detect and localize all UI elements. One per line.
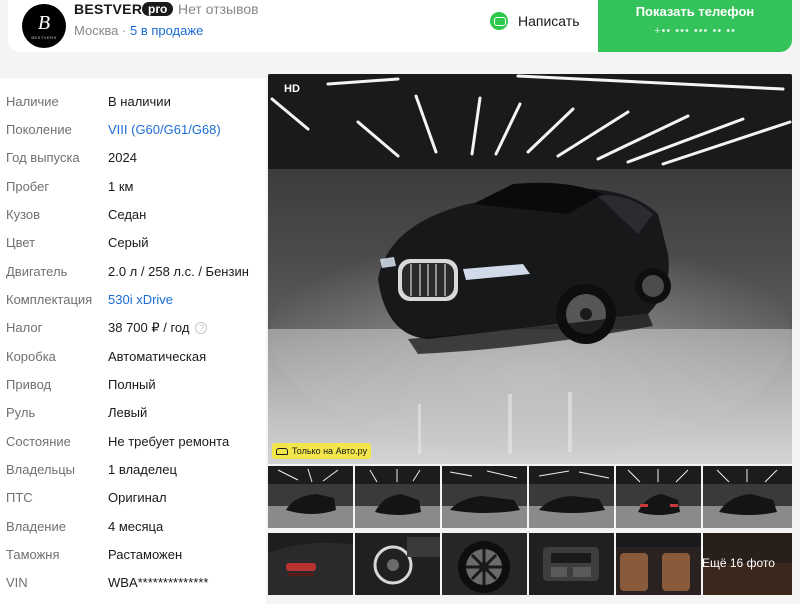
spec-key: Налог (6, 320, 43, 335)
spec-row-owners: Владельцы 1 владелец (0, 462, 266, 482)
show-phone-label: Показать телефон (635, 4, 755, 19)
spec-value: 2.0 л / 258 л.с. / Бензин (108, 264, 249, 279)
spec-key: Руль (6, 405, 36, 420)
reviews-link[interactable]: Нет отзывов (178, 1, 259, 17)
spec-value: Серый (108, 235, 149, 250)
spec-row-engine: Двигатель 2.0 л / 258 л.с. / Бензин (0, 264, 266, 284)
gallery-thumbnail[interactable] (616, 533, 701, 595)
spec-key: Состояние (6, 434, 71, 449)
pro-badge: pro (142, 2, 174, 16)
main-car-photo[interactable] (268, 74, 792, 464)
dealer-location: Москва · 5 в продаже (74, 23, 203, 38)
spec-value: 4 месяца (108, 519, 164, 534)
spec-key: Привод (6, 377, 52, 392)
spec-value: 1 км (108, 179, 134, 194)
spec-key: Двигатель (6, 264, 68, 279)
chat-icon (490, 12, 508, 30)
spec-row-customs: Таможня Растаможен (0, 547, 266, 567)
spec-row-generation: Поколение VIII (G60/G61/G68) (0, 122, 266, 142)
spec-row-pts: ПТС Оригинал (0, 490, 266, 510)
spec-value: WBA************** (108, 575, 209, 590)
spec-key: Наличие (6, 94, 59, 109)
show-phone-button[interactable]: Показать телефон +•• ••• ••• •• •• (598, 0, 792, 52)
dealer-logo[interactable]: B BESTVERS (22, 4, 66, 48)
spec-row-trim: Комплектация 530i xDrive (0, 292, 266, 312)
car-icon (276, 447, 288, 455)
spec-row-condition: Состояние Не требует ремонта (0, 434, 266, 454)
gallery-thumbnail[interactable] (442, 466, 527, 528)
tax-value: 38 700 ₽ / год (108, 320, 190, 335)
trim-link[interactable]: 530i xDrive (108, 292, 173, 307)
gallery-thumbnail[interactable] (355, 533, 440, 595)
spec-key: ПТС (6, 490, 33, 505)
exclusive-label: Только на Авто.ру (292, 446, 368, 456)
spec-value: Седан (108, 207, 147, 222)
gallery-thumbnail[interactable] (268, 533, 353, 595)
spec-key: Коробка (6, 349, 56, 364)
gallery-thumbnail[interactable] (616, 466, 701, 528)
help-icon[interactable]: ? (195, 322, 208, 334)
spec-key: Цвет (6, 235, 36, 250)
spec-row-drive: Привод Полный (0, 377, 266, 397)
write-message-button[interactable]: Написать (490, 8, 579, 34)
spec-row-year: Год выпуска 2024 (0, 150, 266, 170)
write-label: Написать (518, 13, 580, 29)
spec-row-mileage: Пробег 1 км (0, 179, 266, 199)
gallery-thumbnail[interactable] (355, 466, 440, 528)
logo-text: BESTVERS (31, 34, 57, 40)
spec-value: В наличии (108, 94, 171, 109)
spec-key: Пробег (6, 179, 50, 194)
dealer-name[interactable]: BESTVERS (74, 1, 152, 17)
spec-value: Полный (108, 377, 156, 392)
logo-monogram: B (37, 11, 51, 34)
spec-value: Растаможен (108, 547, 183, 562)
city-label: Москва (74, 23, 119, 38)
spec-row-wheel: Руль Левый (0, 405, 266, 425)
on-sale-link[interactable]: 5 в продаже (130, 23, 203, 38)
spec-row-tax: Налог 38 700 ₽ / год? (0, 320, 266, 340)
spec-row-gearbox: Коробка Автоматическая (0, 349, 266, 369)
spec-key: Таможня (6, 547, 60, 562)
dealer-header: B BESTVERS BESTVERS pro Нет отзывов Моск… (8, 0, 792, 52)
spec-key: Владение (6, 519, 66, 534)
spec-key: Год выпуска (6, 150, 80, 165)
spec-value: 2024 (108, 150, 137, 165)
gallery-thumbnail[interactable] (529, 533, 614, 595)
gallery-thumbnail[interactable] (529, 466, 614, 528)
spec-row-availability: Наличие В наличии (0, 94, 266, 114)
spec-value-tax: 38 700 ₽ / год? (108, 320, 208, 336)
spec-value: Не требует ремонта (108, 434, 230, 449)
spec-row-color: Цвет Серый (0, 235, 266, 255)
spec-key: Комплектация (6, 292, 93, 307)
more-photos-label[interactable]: Ещё 16 фото (702, 556, 775, 570)
exclusive-badge: Только на Авто.ру (272, 443, 372, 459)
spec-key: Поколение (6, 122, 72, 137)
specs-table: Наличие В наличии Поколение VIII (G60/G6… (0, 78, 266, 604)
masked-phone: +•• ••• ••• •• •• (654, 25, 736, 37)
spec-key: Владельцы (6, 462, 76, 477)
spec-value: Автоматическая (108, 349, 207, 364)
spec-row-vin: VIN WBA************** (0, 575, 266, 595)
spec-value: 1 владелец (108, 462, 177, 477)
spec-value: Левый (108, 405, 148, 420)
gallery-thumbnail[interactable] (442, 533, 527, 595)
spec-row-ownership: Владение 4 месяца (0, 519, 266, 539)
spec-key: Кузов (6, 207, 41, 222)
gallery-thumbnail[interactable] (703, 466, 792, 528)
generation-link[interactable]: VIII (G60/G61/G68) (108, 122, 221, 137)
gallery-thumbnail[interactable] (268, 466, 353, 528)
spec-row-body: Кузов Седан (0, 207, 266, 227)
spec-key: VIN (6, 575, 28, 590)
spec-value: Оригинал (108, 490, 167, 505)
separator-dot: · (122, 23, 127, 38)
hd-badge: HD (284, 83, 300, 95)
